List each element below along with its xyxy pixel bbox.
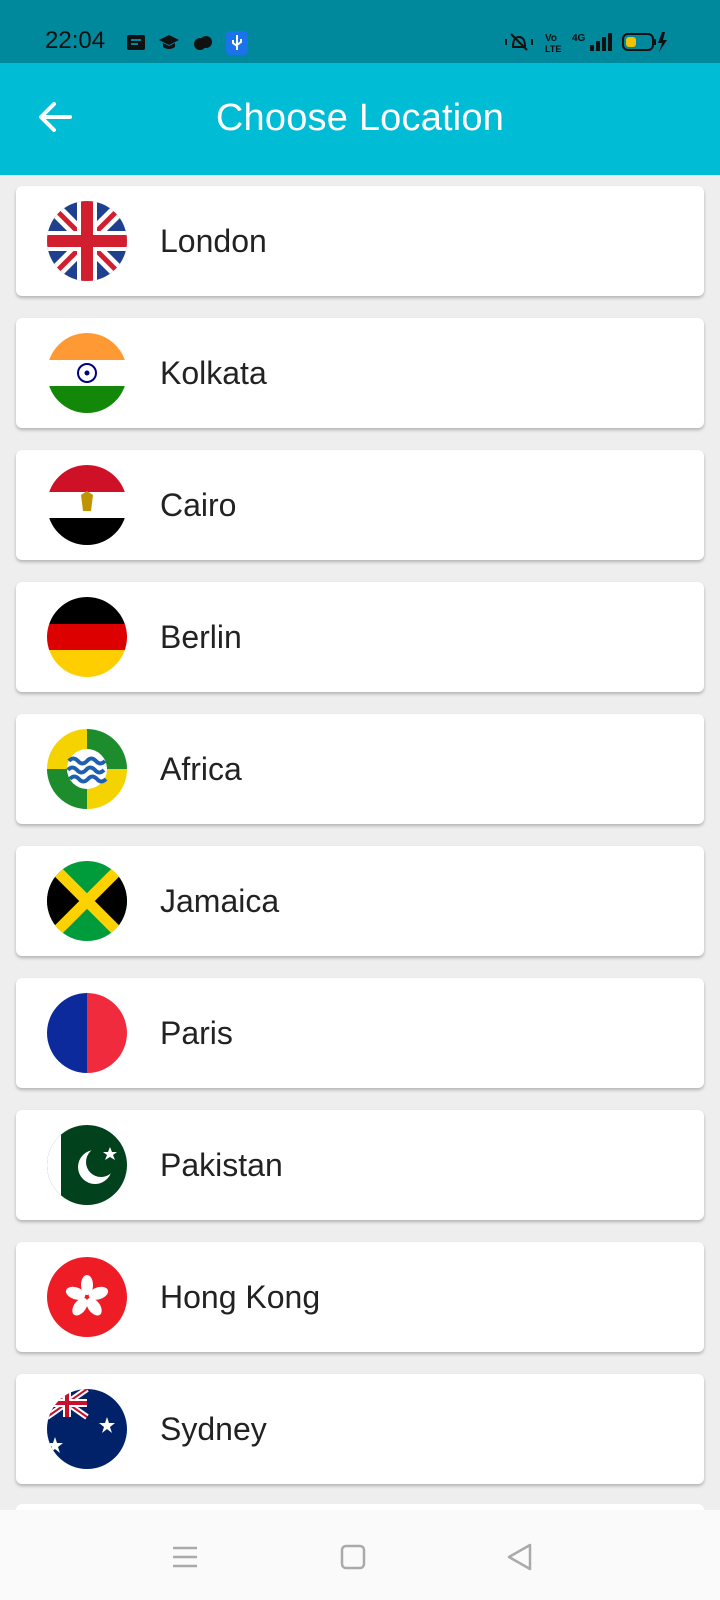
location-item-cairo[interactable]: Cairo — [16, 450, 704, 560]
location-name: Sydney — [160, 1411, 267, 1447]
svg-text:Vo: Vo — [545, 33, 557, 44]
location-item-pakistan[interactable]: Pakistan — [16, 1110, 704, 1220]
status-bar: 22:04 Vo LTE 4G — [0, 0, 720, 63]
svg-text:4G: 4G — [572, 33, 586, 44]
location-name: Cairo — [160, 487, 237, 523]
message-icon — [127, 35, 145, 50]
pakistan-flag-icon — [47, 1125, 127, 1205]
location-item-jamaica[interactable]: Jamaica — [16, 846, 704, 956]
app-bar: Choose Location — [0, 63, 720, 175]
vibrate-mute-icon — [505, 33, 533, 51]
status-right-icons: Vo LTE 4G — [504, 30, 668, 54]
france-flag-icon — [47, 993, 127, 1073]
volte-icon: VoLTE — [545, 33, 561, 53]
svg-text:LTE: LTE — [545, 44, 561, 53]
location-item-berlin[interactable]: Berlin — [16, 582, 704, 692]
location-name: Jamaica — [160, 883, 280, 919]
status-time: 22:04 — [45, 27, 106, 54]
back-triangle-icon — [507, 1543, 532, 1571]
india-flag-icon — [47, 333, 127, 413]
nav-back-button[interactable] — [503, 1540, 537, 1574]
home-button[interactable] — [336, 1540, 370, 1574]
location-list: London Kolkata Cairo Berlin Africa Jamai… — [16, 186, 704, 1506]
location-name: Berlin — [160, 619, 242, 655]
egypt-flag-icon — [47, 465, 127, 545]
battery-charging-icon — [622, 32, 667, 52]
usb-icon — [226, 31, 248, 55]
location-item-africa[interactable]: Africa — [16, 714, 704, 824]
location-item-paris[interactable]: Paris — [16, 978, 704, 1088]
cloud-icon — [194, 36, 212, 50]
jamaica-flag-icon — [47, 861, 127, 941]
africa-flag-icon — [47, 729, 127, 809]
location-name: Hong Kong — [160, 1279, 321, 1315]
location-name: Paris — [160, 1015, 233, 1051]
location-item-sydney[interactable]: Sydney — [16, 1374, 704, 1484]
australia-flag-icon — [47, 1389, 127, 1469]
location-name: London — [160, 223, 267, 259]
page-title: Choose Location — [215, 97, 505, 139]
menu-button[interactable] — [168, 1540, 202, 1574]
home-square-icon — [340, 1544, 366, 1570]
location-item-london[interactable]: London — [16, 186, 704, 296]
hong-kong-flag-icon — [47, 1257, 127, 1337]
4g-signal-icon: 4G — [572, 33, 612, 51]
location-name: Africa — [160, 751, 242, 787]
status-left-icons — [126, 31, 248, 55]
germany-flag-icon — [47, 597, 127, 677]
system-nav-bar — [0, 1510, 720, 1600]
location-name: Kolkata — [160, 355, 267, 391]
location-item-hong-kong[interactable]: Hong Kong — [16, 1242, 704, 1352]
graduation-cap-icon — [159, 35, 179, 49]
location-name: Pakistan — [160, 1147, 283, 1183]
location-item-kolkata[interactable]: Kolkata — [16, 318, 704, 428]
uk-flag-icon — [47, 201, 127, 281]
menu-icon — [173, 1546, 197, 1568]
